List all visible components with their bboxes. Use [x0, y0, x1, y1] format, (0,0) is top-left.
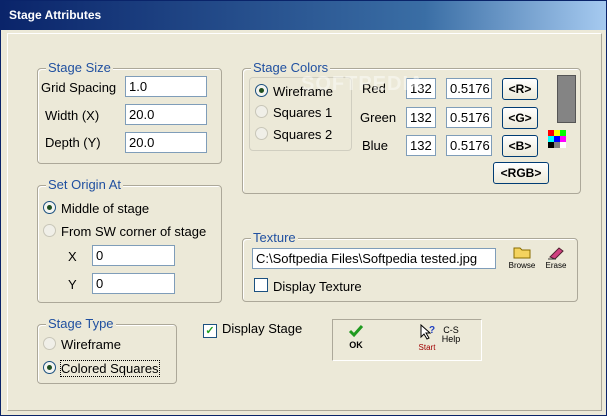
stage-colors-legend: Stage Colors — [251, 60, 331, 75]
cs-help-button[interactable]: C-S Help — [437, 326, 465, 344]
texture-legend: Texture — [251, 230, 298, 245]
origin-x-input[interactable]: 0 — [92, 245, 175, 266]
erase-button[interactable]: Erase — [541, 245, 571, 271]
radio-icon — [255, 127, 268, 140]
color-mode-squares-1[interactable]: Squares 1 — [255, 105, 332, 120]
blue-frac-input[interactable]: 0.5176 — [446, 135, 492, 156]
grid-spacing-input[interactable]: 1.0 — [125, 76, 207, 97]
window-title: Stage Attributes — [9, 8, 102, 22]
browse-button[interactable]: Browse — [507, 245, 537, 271]
svg-text:?: ? — [429, 325, 435, 336]
green-int-input[interactable]: 132 — [406, 107, 436, 128]
origin-y-input[interactable]: 0 — [92, 273, 175, 294]
grid-spacing-label: Grid Spacing — [41, 80, 117, 95]
help-cursor-icon: ? — [420, 324, 435, 340]
checkbox-empty-icon — [254, 278, 268, 292]
width-input[interactable]: 20.0 — [125, 104, 207, 125]
stage-type-colored-squares-radio[interactable]: Colored Squares — [43, 360, 160, 377]
folder-icon — [513, 247, 531, 259]
color-swatch — [557, 75, 576, 123]
radio-selected-icon — [43, 361, 56, 374]
origin-middle-radio[interactable]: Middle of stage — [43, 201, 149, 216]
blue-int-input[interactable]: 132 — [406, 135, 436, 156]
radio-selected-icon — [43, 201, 56, 214]
blue-button[interactable]: <B> — [502, 135, 538, 157]
width-label: Width (X) — [45, 108, 100, 123]
rgb-button[interactable]: <RGB> — [493, 162, 549, 184]
origin-y-label: Y — [68, 277, 77, 292]
radio-icon — [43, 224, 56, 237]
depth-input[interactable]: 20.0 — [125, 132, 207, 153]
ok-button[interactable]: OK — [345, 324, 367, 352]
color-mode-squares-2[interactable]: Squares 2 — [255, 127, 332, 142]
display-texture-checkbox[interactable]: Display Texture — [254, 278, 362, 294]
texture-path-input[interactable]: C:\Softpedia Files\Softpedia tested.jpg — [252, 248, 496, 269]
origin-sw-corner-radio[interactable]: From SW corner of stage — [43, 224, 206, 239]
start-button[interactable]: ? Start — [415, 324, 439, 352]
color-palette-icon[interactable] — [548, 130, 566, 148]
color-mode-wireframe[interactable]: Wireframe — [255, 84, 333, 99]
green-frac-input[interactable]: 0.5176 — [446, 107, 492, 128]
red-button[interactable]: <R> — [502, 78, 538, 100]
red-label: Red — [362, 81, 386, 96]
blue-label: Blue — [362, 138, 389, 153]
stage-type-legend: Stage Type — [46, 316, 116, 331]
green-label: Green — [360, 110, 397, 125]
radio-selected-icon — [255, 84, 268, 97]
eraser-icon — [548, 247, 564, 260]
depth-label: Depth (Y) — [45, 135, 101, 150]
check-icon — [348, 325, 364, 338]
radio-icon — [43, 337, 56, 350]
stage-attributes-window: Stage Attributes Stage Size Grid Spacing… — [0, 0, 607, 416]
red-int-input[interactable]: 132 — [406, 78, 436, 99]
title-bar: Stage Attributes — [1, 1, 606, 30]
display-stage-checkbox[interactable]: ✓ Display Stage — [203, 321, 302, 338]
checkmark-icon: ✓ — [203, 324, 217, 338]
red-frac-input[interactable]: 0.5176 — [446, 78, 492, 99]
origin-x-label: X — [68, 249, 77, 264]
radio-icon — [255, 105, 268, 118]
green-button[interactable]: <G> — [502, 107, 538, 129]
stage-type-wireframe-radio[interactable]: Wireframe — [43, 337, 121, 352]
set-origin-legend: Set Origin At — [46, 177, 123, 192]
stage-size-legend: Stage Size — [46, 60, 113, 75]
